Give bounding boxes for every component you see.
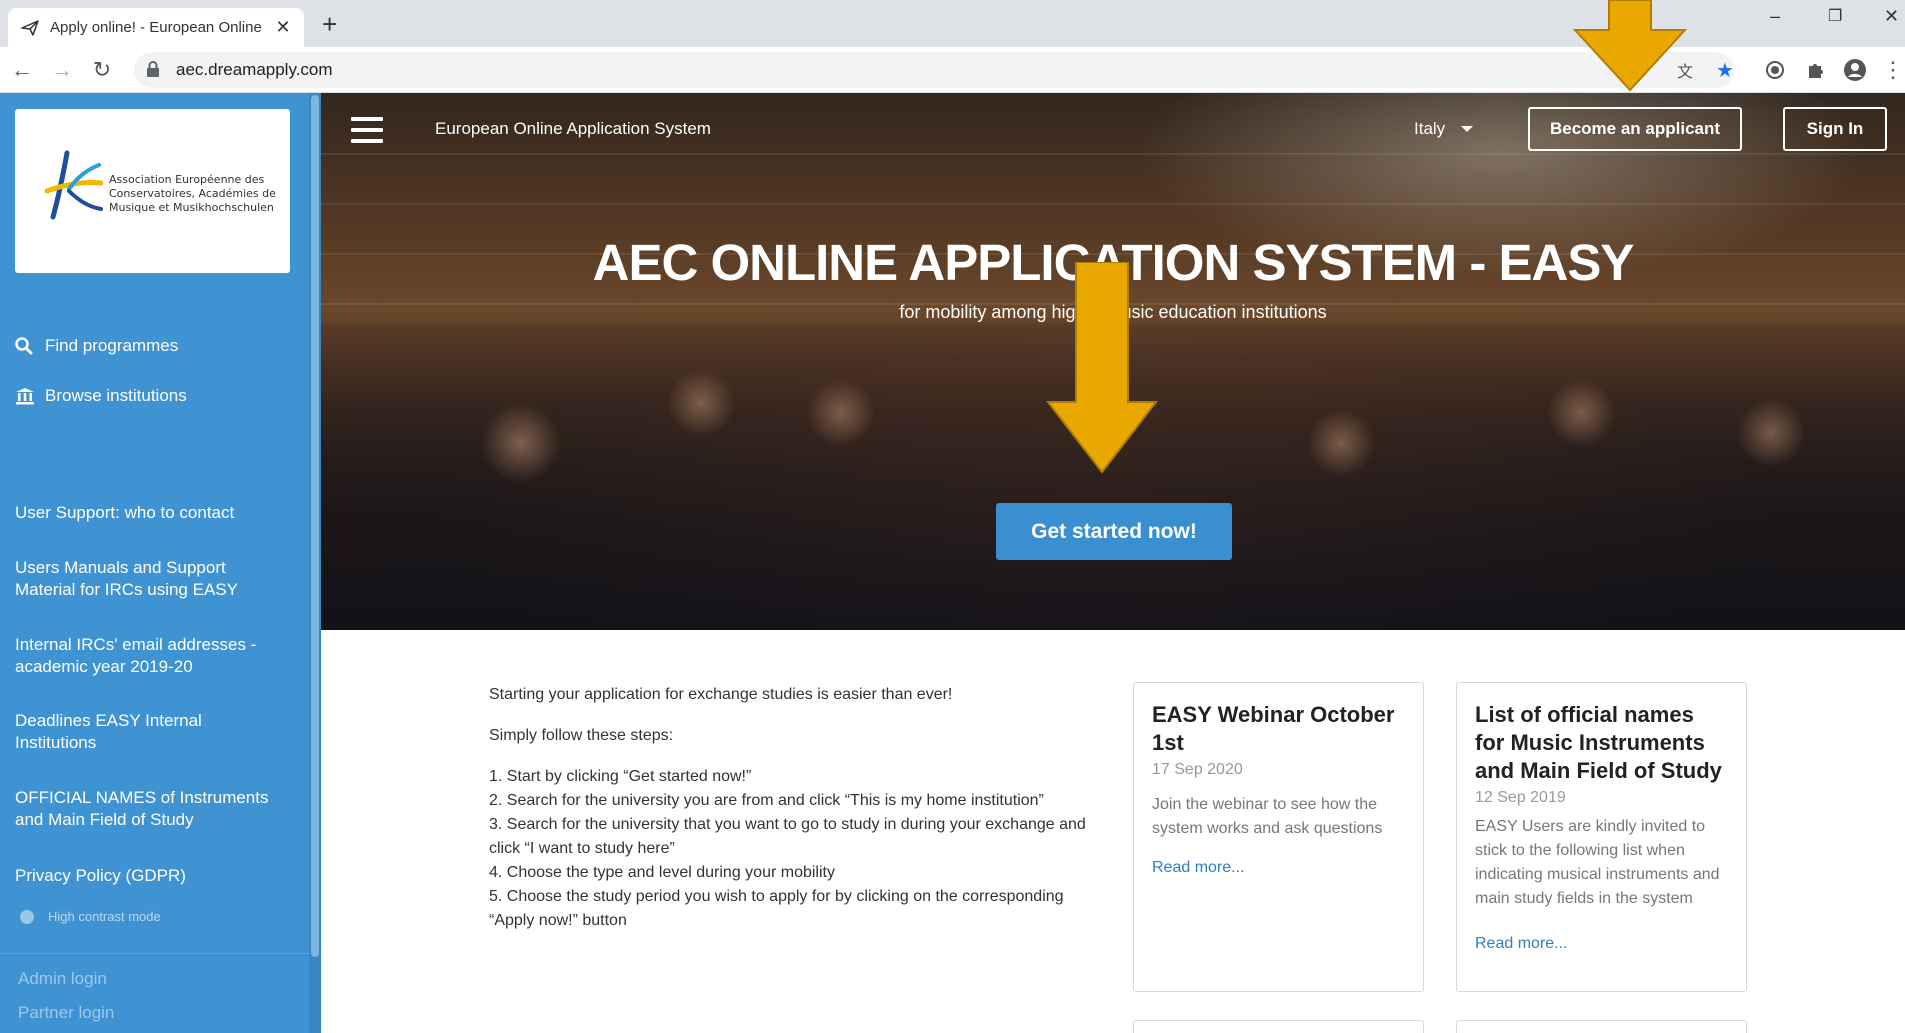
tab-title: Apply online! - European Online bbox=[50, 19, 262, 36]
site-name[interactable]: European Online Application System bbox=[435, 119, 711, 139]
read-more-link[interactable]: Read more... bbox=[1152, 859, 1405, 877]
annotation-arrow-icon bbox=[1573, 0, 1687, 92]
bookmark-star-icon[interactable]: ★ bbox=[1712, 57, 1738, 83]
news-body: EASY Users are kindly invited to stick t… bbox=[1475, 818, 1720, 907]
lock-icon bbox=[146, 60, 164, 80]
list-item: 4. Choose the type and level during your… bbox=[489, 864, 835, 881]
get-started-button[interactable]: Get started now! bbox=[996, 503, 1232, 560]
nav-browse-institutions-label: Browse institutions bbox=[45, 386, 187, 405]
admin-login-link[interactable]: Admin login bbox=[18, 969, 107, 989]
list-item: 1. Start by clicking “Get started now!” bbox=[489, 768, 752, 785]
steps-heading: Simply follow these steps: bbox=[489, 727, 674, 744]
minimize-icon[interactable]: – bbox=[1770, 6, 1780, 27]
paper-plane-icon bbox=[20, 18, 40, 38]
link-internal-email-addresses[interactable]: Internal IRCs' email addresses - academi… bbox=[15, 634, 290, 678]
nav-find-programmes-label: Find programmes bbox=[45, 336, 179, 355]
logo-line-1: Association Européenne des bbox=[109, 173, 265, 186]
back-icon[interactable]: ← bbox=[8, 56, 36, 84]
high-contrast-toggle[interactable]: High contrast mode bbox=[20, 909, 161, 924]
news-card-partial bbox=[1133, 1020, 1424, 1033]
nav-browse-institutions[interactable]: Browse institutions bbox=[15, 385, 295, 407]
search-icon bbox=[15, 337, 37, 355]
news-card-official-names: List of official names for Music Instrum… bbox=[1456, 682, 1747, 992]
aec-logo[interactable]: Association Européenne des Conservatoire… bbox=[15, 109, 290, 273]
new-tab-icon[interactable]: + bbox=[322, 10, 337, 38]
link-users-manuals[interactable]: Users Manuals and Support Material for I… bbox=[15, 557, 275, 601]
link-privacy-policy[interactable]: Privacy Policy (GDPR) bbox=[15, 865, 295, 887]
toggle-icon bbox=[20, 909, 34, 924]
url-text: aec.dreamapply.com bbox=[176, 60, 333, 79]
become-applicant-button[interactable]: Become an applicant bbox=[1528, 107, 1742, 151]
restore-icon[interactable]: ❐ bbox=[1828, 6, 1842, 26]
news-date: 17 Sep 2020 bbox=[1152, 761, 1243, 778]
news-body: Join the webinar to see how the system w… bbox=[1152, 796, 1383, 837]
nav-find-programmes[interactable]: Find programmes bbox=[15, 335, 295, 357]
language-value: Italy bbox=[1414, 119, 1446, 138]
partner-login-link[interactable]: Partner login bbox=[18, 1003, 114, 1023]
extensions-puzzle-icon[interactable] bbox=[1802, 57, 1828, 83]
sidebar: Association Européenne des Conservatoire… bbox=[0, 93, 321, 1033]
steps-list: 1. Start by clicking “Get started now!” … bbox=[489, 765, 1109, 933]
address-bar[interactable]: aec.dreamapply.com bbox=[134, 52, 1734, 88]
news-title[interactable]: EASY Webinar October 1st bbox=[1152, 701, 1405, 757]
sidebar-scrollbar-thumb[interactable] bbox=[311, 95, 319, 957]
list-item: 2. Search for the university you are fro… bbox=[489, 792, 1044, 809]
annotation-arrow-icon bbox=[1046, 262, 1158, 474]
sign-in-button[interactable]: Sign In bbox=[1783, 107, 1887, 151]
logo-line-2: Conservatoires, Académies de bbox=[109, 187, 276, 200]
link-deadlines[interactable]: Deadlines EASY Internal Institutions bbox=[15, 710, 245, 754]
profile-avatar-icon[interactable] bbox=[1842, 57, 1868, 83]
news-card-partial bbox=[1456, 1020, 1747, 1033]
news-card-webinar: EASY Webinar October 1st 17 Sep 2020 Joi… bbox=[1133, 682, 1424, 992]
intro-lead: Starting your application for exchange s… bbox=[489, 686, 953, 703]
read-more-link[interactable]: Read more... bbox=[1475, 935, 1728, 953]
aec-logo-mark-icon bbox=[44, 150, 104, 220]
browser-tab[interactable]: Apply online! - European Online ✕ bbox=[8, 8, 304, 47]
link-user-support[interactable]: User Support: who to contact bbox=[15, 502, 295, 524]
link-official-names[interactable]: OFFICIAL NAMES of Instruments and Main F… bbox=[15, 787, 300, 831]
list-item: 3. Search for the university that you wa… bbox=[489, 816, 1086, 857]
news-title[interactable]: List of official names for Music Instrum… bbox=[1475, 701, 1728, 785]
browser-menu-icon[interactable]: ⋮ bbox=[1880, 57, 1905, 83]
institution-icon bbox=[15, 387, 37, 405]
high-contrast-label: High contrast mode bbox=[48, 909, 161, 924]
close-tab-icon[interactable]: ✕ bbox=[274, 17, 292, 38]
logo-text: Association Européenne des Conservatoire… bbox=[109, 173, 289, 215]
list-item: 5. Choose the study period you wish to a… bbox=[489, 888, 1064, 929]
intro-section: Starting your application for exchange s… bbox=[489, 683, 1109, 933]
extension-circle-icon[interactable] bbox=[1762, 57, 1788, 83]
hamburger-menu-icon[interactable] bbox=[351, 117, 383, 143]
logo-line-3: Musique et Musikhochschulen bbox=[109, 201, 274, 214]
close-window-icon[interactable]: ✕ bbox=[1884, 6, 1899, 27]
reload-icon[interactable]: ↻ bbox=[88, 56, 116, 84]
chevron-down-icon bbox=[1461, 126, 1474, 132]
news-date: 12 Sep 2019 bbox=[1475, 789, 1566, 806]
language-selector[interactable]: Italy bbox=[1414, 119, 1474, 139]
sidebar-divider bbox=[0, 953, 309, 954]
forward-icon[interactable]: → bbox=[48, 56, 76, 84]
